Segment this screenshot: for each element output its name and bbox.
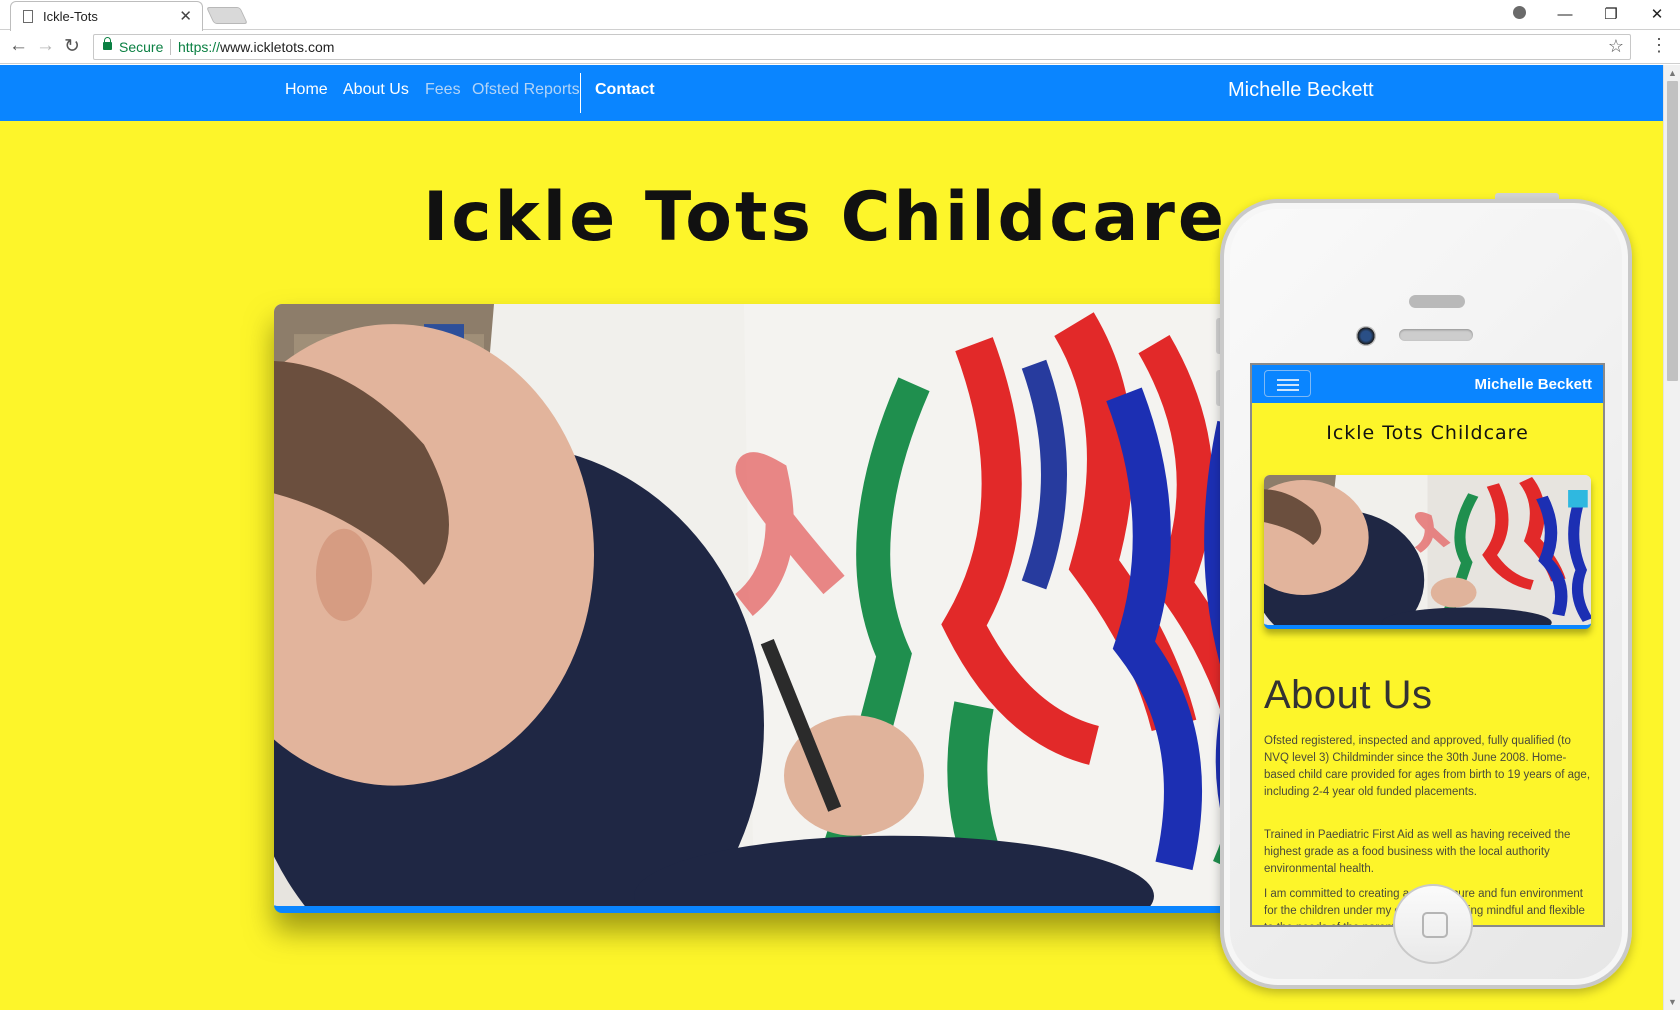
- close-tab-icon[interactable]: ✕: [179, 7, 192, 25]
- reload-button[interactable]: ↻: [64, 35, 80, 58]
- site-brand[interactable]: Michelle Beckett: [1228, 79, 1374, 102]
- scroll-up-icon[interactable]: ▲: [1668, 68, 1677, 78]
- url-text[interactable]: https://www.ickletots.com: [178, 39, 334, 55]
- scrollbar-thumb[interactable]: [1667, 81, 1678, 381]
- page-scrollbar[interactable]: ▲ ▼: [1663, 65, 1680, 1010]
- back-button[interactable]: ←: [9, 35, 28, 57]
- lock-icon: [103, 37, 112, 50]
- phone-home-button[interactable]: [1393, 884, 1473, 964]
- about-paragraph: Trained in Paediatric First Aid as well …: [1264, 829, 1571, 875]
- secure-label: Secure: [119, 39, 164, 55]
- child-painting-photo: [1264, 475, 1591, 625]
- nav-home[interactable]: Home: [285, 81, 328, 99]
- phone-mockup: Michelle Beckett Ickle Tots Childcare Ab…: [1220, 199, 1632, 989]
- mobile-title: Ickle Tots Childcare: [1326, 422, 1529, 444]
- nav-divider: [580, 73, 581, 113]
- browser-toolbar: ← → ↻ Secure https://www.ickletots.com ☆…: [0, 31, 1680, 64]
- mobile-navbar: Michelle Beckett: [1252, 365, 1603, 403]
- browser-tab[interactable]: Ickle-Tots ✕: [10, 1, 203, 31]
- url-host: www.ickletots.com: [220, 39, 335, 55]
- about-paragraph: Ofsted registered, inspected and approve…: [1264, 735, 1591, 798]
- mobile-hero-photo: [1264, 475, 1591, 629]
- address-divider: [170, 39, 171, 55]
- window-controls: — ❐ ✕: [1496, 0, 1680, 28]
- nav-ofsted-reports[interactable]: Ofsted Reports: [472, 81, 580, 99]
- profile-icon: [1512, 5, 1526, 19]
- mobile-brand[interactable]: Michelle Beckett: [1474, 376, 1592, 393]
- minimize-button[interactable]: —: [1542, 6, 1588, 23]
- about-us-heading: About Us: [1264, 673, 1433, 717]
- bookmark-star-icon[interactable]: ☆: [1608, 36, 1624, 57]
- child-painting-photo: [274, 304, 1274, 906]
- site-navbar: Home About Us Fees Ofsted Reports Contac…: [0, 65, 1663, 121]
- browser-menu-icon[interactable]: ⋮: [1650, 36, 1668, 54]
- profile-button[interactable]: [1496, 5, 1542, 23]
- page-icon: [23, 10, 33, 23]
- hamburger-menu-icon[interactable]: [1264, 370, 1311, 397]
- close-window-button[interactable]: ✕: [1634, 5, 1680, 23]
- phone-sensor: [1409, 295, 1465, 308]
- phone-camera-icon: [1356, 326, 1376, 346]
- address-bar[interactable]: Secure https://www.ickletots.com ☆: [93, 34, 1631, 60]
- page-viewport: Home About Us Fees Ofsted Reports Contac…: [0, 65, 1663, 1010]
- hero-photo: [274, 304, 1274, 913]
- nav-contact[interactable]: Contact: [595, 81, 655, 99]
- phone-screen: Michelle Beckett Ickle Tots Childcare Ab…: [1250, 363, 1605, 927]
- new-tab-button[interactable]: [206, 7, 248, 24]
- nav-about-us[interactable]: About Us: [343, 81, 409, 99]
- restore-button[interactable]: ❐: [1588, 5, 1634, 23]
- tab-title: Ickle-Tots: [43, 9, 98, 24]
- scroll-down-icon[interactable]: ▼: [1668, 997, 1677, 1007]
- url-scheme: https://: [178, 39, 221, 55]
- phone-speaker: [1399, 329, 1473, 341]
- forward-button[interactable]: →: [36, 35, 55, 57]
- browser-tab-strip: Ickle-Tots ✕ — ❐ ✕: [0, 0, 1680, 31]
- nav-fees[interactable]: Fees: [425, 81, 461, 99]
